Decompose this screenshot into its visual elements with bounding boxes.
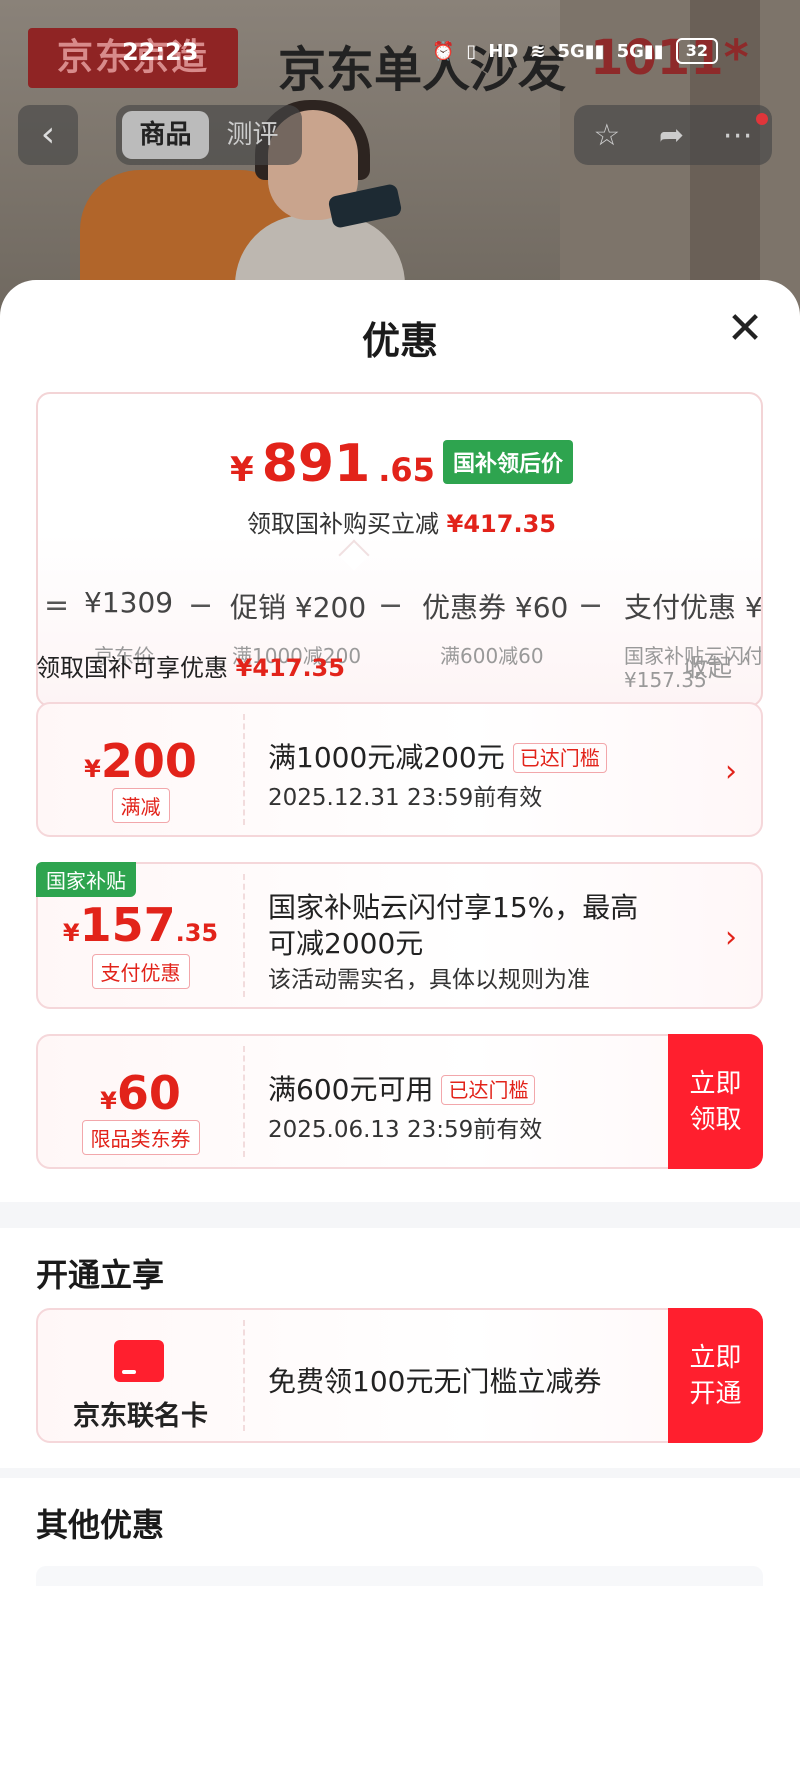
jd-card-offer: 京东联名卡 免费领100元无门槛立减券 立即 开通 [36, 1308, 763, 1443]
breakdown-payment: 支付优惠 ¥1 [624, 591, 763, 624]
coupon-amount: ¥200 [84, 734, 197, 788]
final-price-tag: 国补领后价 [442, 440, 573, 484]
back-button[interactable]: ‹ [18, 105, 78, 165]
coupon-full-reduction[interactable]: ¥200 满减 满1000元减200元 已达门槛 2025.12.31 23:59… [36, 702, 763, 837]
coupon-expiry: 2025.12.31 23:59前有效 [268, 785, 543, 811]
coupon-amount-area: ¥157.35 支付优惠 [38, 864, 243, 1007]
signal-2-icon: 5G▮▮ [616, 40, 664, 62]
chevron-up-icon: ˄ [739, 654, 752, 682]
breakdown-jd-price: ¥1309 [84, 586, 174, 619]
status-time: 22:23 [122, 38, 199, 66]
coupon-title: 满600元可用 已达门槛 [268, 1068, 536, 1108]
product-page-background: 京东京造 京东单人沙发 1011* 22:23 ⏰ ▯ HD ≋ 5G▮▮ 5G… [0, 0, 800, 320]
breakdown-operator: = [44, 588, 70, 623]
share-icon[interactable]: ➦ [659, 118, 684, 153]
hd-icon: HD [488, 40, 519, 62]
collapse-button[interactable]: 收起 ˄ [684, 648, 752, 683]
coupon-divider [243, 714, 245, 825]
card-offer-text: 免费领100元无门槛立减券 [268, 1365, 602, 1398]
final-price-currency: ¥ [230, 450, 254, 490]
product-actions: ☆ ➦ ⋯ [574, 105, 772, 165]
notification-dot [756, 113, 768, 125]
chevron-right-icon[interactable]: › [725, 754, 737, 789]
coupon-divider [243, 1046, 245, 1157]
breakdown-coupon-label: 满600减60 [440, 644, 544, 668]
card-area: 京东联名卡 [38, 1310, 243, 1441]
price-breakdown: = ¥1309 京东价 − 促销 ¥200 满1000减200 − 优惠券 ¥6… [38, 574, 763, 705]
coupon-type-tag: 支付优惠 [91, 954, 190, 989]
status-icons: ⏰ ▯ HD ≋ 5G▮▮ 5G▮▮ 32 [432, 38, 718, 64]
sheet-title: 优惠 [361, 319, 438, 363]
coupon-expiry: 2025.06.13 23:59前有效 [268, 1117, 543, 1143]
signal-1-icon: 5G▮▮ [557, 40, 605, 62]
other-section-title: 其他优惠 [36, 1506, 165, 1544]
claim-coupon-button[interactable]: 立即 领取 [668, 1034, 763, 1169]
coupon-type-tag: 限品类东券 [81, 1120, 200, 1155]
coupon-amount-area: ¥60 限品类东券 [38, 1036, 243, 1167]
battery-icon: 32 [675, 38, 718, 64]
save-row: 领取国补购买立减 ¥417.35 [38, 504, 761, 539]
breakdown-operator: − [378, 588, 404, 623]
coupon-divider [243, 874, 245, 997]
coupon-type-tag: 满减 [111, 788, 170, 823]
final-price-integer: 891 [261, 434, 371, 494]
collapse-label: 收起 [684, 654, 732, 682]
coupon-category: ¥60 限品类东券 满600元可用 已达门槛 2025.06.13 23:59前有… [36, 1034, 763, 1169]
coupon-gov-subsidy[interactable]: 国家补贴 ¥157.35 支付优惠 国家补贴云闪付享15%，最高 可减2000元… [36, 862, 763, 1009]
chevron-left-icon: ‹ [40, 114, 56, 155]
summary-amount: ¥417.35 [235, 654, 345, 682]
credit-card-icon [114, 1340, 164, 1382]
tab-product[interactable]: 商品 [122, 111, 209, 159]
vibrate-icon: ▯ [466, 40, 477, 62]
wifi-icon: ≋ [530, 40, 546, 62]
breakdown-operator: − [188, 588, 214, 623]
coupon-title-line2: 可减2000元 [268, 927, 424, 960]
coupon-amount: ¥157.35 [62, 898, 219, 952]
open-card-button[interactable]: 立即 开通 [668, 1308, 763, 1443]
save-label: 领取国补购买立减 [247, 510, 440, 538]
product-tabs: 商品 测评 [116, 105, 302, 165]
open-section-title: 开通立享 [36, 1256, 165, 1294]
chevron-right-icon[interactable]: › [725, 920, 737, 955]
card-name: 京东联名卡 [73, 1401, 208, 1432]
close-icon[interactable]: ✕ [720, 304, 770, 354]
more-icon[interactable]: ⋯ [723, 118, 753, 153]
summary-label: 领取国补可享优惠 [36, 654, 228, 682]
threshold-badge: 已达门槛 [441, 1074, 536, 1105]
final-price-decimal: .65 [378, 451, 435, 489]
final-price-row: ¥ 891.65 国补领后价 [38, 434, 761, 494]
summary-row: 领取国补可享优惠 ¥417.35 [36, 648, 345, 683]
coupon-note: 该活动需实名，具体以规则为准 [268, 967, 590, 993]
other-offers-list [36, 1566, 763, 1586]
section-separator [0, 1202, 800, 1228]
coupon-amount-area: ¥200 满减 [38, 704, 243, 835]
save-amount: ¥417.35 [446, 510, 556, 538]
coupon-divider [243, 1320, 245, 1431]
favorite-star-icon[interactable]: ☆ [593, 118, 620, 153]
coupon-title-line1: 国家补贴云闪付享15%，最高 [268, 891, 639, 924]
tab-review[interactable]: 测评 [209, 111, 296, 159]
coupon-amount: ¥60 [100, 1066, 181, 1120]
pointer-arrow [338, 539, 370, 571]
breakdown-operator: − [578, 588, 604, 623]
breakdown-promo: 促销 ¥200 [230, 591, 367, 624]
coupon-title: 满1000元减200元 已达门槛 [268, 736, 607, 776]
threshold-badge: 已达门槛 [512, 742, 607, 773]
section-separator [0, 1468, 800, 1478]
breakdown-coupon: 优惠券 ¥60 [422, 591, 569, 624]
discount-sheet: 优惠 ✕ ¥ 891.65 国补领后价 领取国补购买立减 ¥417.35 = ¥… [0, 280, 800, 1777]
alarm-icon: ⏰ [432, 40, 455, 62]
